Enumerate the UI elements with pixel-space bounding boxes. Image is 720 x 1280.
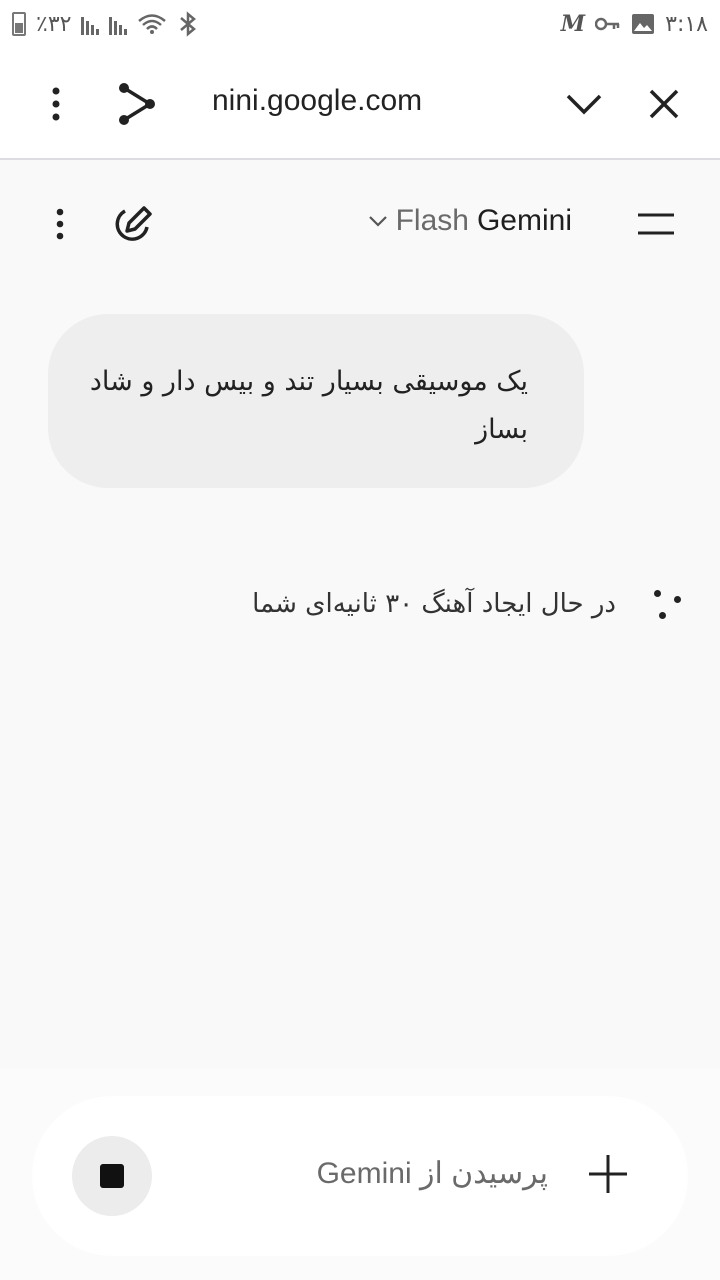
wifi-icon <box>138 14 167 34</box>
stop-icon <box>100 1164 124 1188</box>
m-app-icon: M <box>560 11 586 37</box>
stop-button[interactable] <box>72 1136 152 1216</box>
user-message-bubble: یک موسیقی بسیار تند و بیس دار و شاد بساز <box>48 314 584 488</box>
model-name: Flash <box>395 204 469 237</box>
composer: پرسیدن از Gemini <box>32 1096 688 1256</box>
status-left: ٪۳۲ <box>12 11 199 37</box>
bluetooth-icon <box>180 11 197 37</box>
key-icon <box>595 17 620 31</box>
signal-icon <box>81 13 100 35</box>
image-icon <box>632 14 655 34</box>
chevron-down-icon <box>368 216 387 227</box>
prompt-input[interactable]: پرسیدن از Gemini <box>317 1156 548 1191</box>
new-chat-icon[interactable] <box>108 202 156 246</box>
gemini-header: Flash Gemini <box>0 176 720 272</box>
kebab-menu-icon[interactable] <box>36 78 76 130</box>
generation-status-text: در حال ایجاد آهنگ ۳۰ ثانیه‌ای شما <box>252 589 616 619</box>
loading-dots-icon <box>650 587 684 621</box>
status-bar: ٪۳۲ M ۳:۱۸ <box>0 0 720 48</box>
more-options-icon[interactable] <box>44 204 76 244</box>
custom-tab-toolbar: nini.google.com <box>0 48 720 160</box>
plus-icon[interactable] <box>588 1154 628 1194</box>
clock: ۳:۱۸ <box>665 11 708 37</box>
chevron-down-icon[interactable] <box>562 82 606 126</box>
hamburger-icon[interactable] <box>634 206 678 242</box>
url-text[interactable]: nini.google.com <box>212 84 422 118</box>
battery-percent: ٪۳۲ <box>36 11 72 37</box>
user-message-text: یک موسیقی بسیار تند و بیس دار و شاد بساز <box>89 366 528 445</box>
share-icon[interactable] <box>112 78 160 130</box>
close-icon[interactable] <box>642 82 686 126</box>
signal-icon-2 <box>109 13 128 35</box>
app-name: Gemini <box>476 204 572 237</box>
status-right: M ۳:۱۸ <box>561 11 708 37</box>
battery-icon <box>12 12 26 36</box>
generation-status: در حال ایجاد آهنگ ۳۰ ثانیه‌ای شما <box>252 580 684 628</box>
model-switcher[interactable]: Flash Gemini <box>368 204 572 238</box>
